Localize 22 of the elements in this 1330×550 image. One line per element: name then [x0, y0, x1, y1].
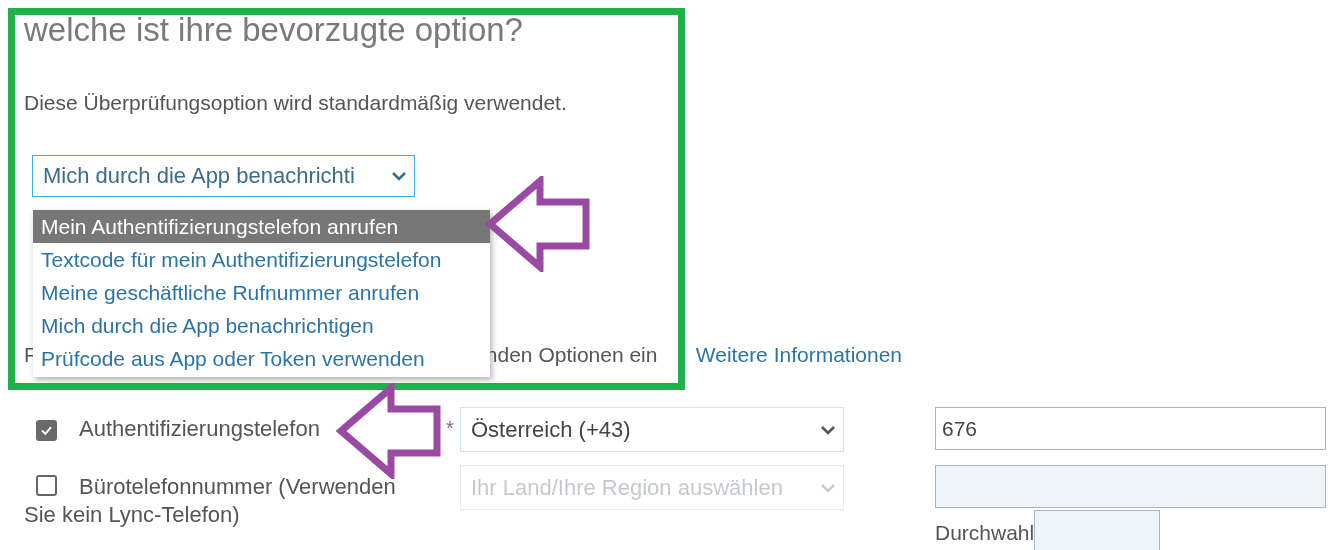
arrow-outline-icon [484, 176, 590, 272]
phone-field[interactable]: 676 [935, 407, 1326, 450]
chevron-down-icon[interactable] [821, 424, 835, 435]
chevron-down-icon[interactable] [392, 171, 406, 181]
dropdown-option[interactable]: Prüfcode aus App oder Token verwenden [33, 342, 490, 375]
dropdown-option[interactable]: Textcode für mein Authentifizierungstelefon [33, 243, 490, 276]
option-select[interactable]: Mich durch die App benachrichti [32, 155, 415, 197]
dropdown-option[interactable]: Mich durch die App benachrichtigen [33, 309, 490, 342]
labeled-checkbox[interactable]: Bürotelefonnummer (Verwenden Sie kein Lync-Telefon) [24, 465, 442, 529]
dropdown-option[interactable]: Meine geschäftliche Rufnummer anrufen [33, 276, 490, 309]
extension-label: Durchwahl [935, 521, 1035, 546]
dropdown-option[interactable]: Mein Authentifizierungstelefon anrufen [33, 210, 490, 243]
checkbox-square-icon[interactable] [36, 475, 57, 496]
description-text: Diese Überprüfungsoption wird standardmäßig verwendet. [24, 90, 567, 116]
chevron-down-icon [821, 482, 835, 493]
labeled-checkbox[interactable]: Authentifizierungstelefon [24, 407, 442, 443]
question-heading: welche ist ihre bevorzugte option? [24, 10, 523, 50]
more-info-link[interactable]: Weitere Informationen [695, 342, 903, 368]
country-select[interactable]: Österreich (+43) [460, 407, 844, 452]
checkbox-square-icon[interactable] [36, 420, 57, 441]
arrow-outline-icon [335, 383, 441, 479]
required-mark: * [445, 416, 455, 440]
